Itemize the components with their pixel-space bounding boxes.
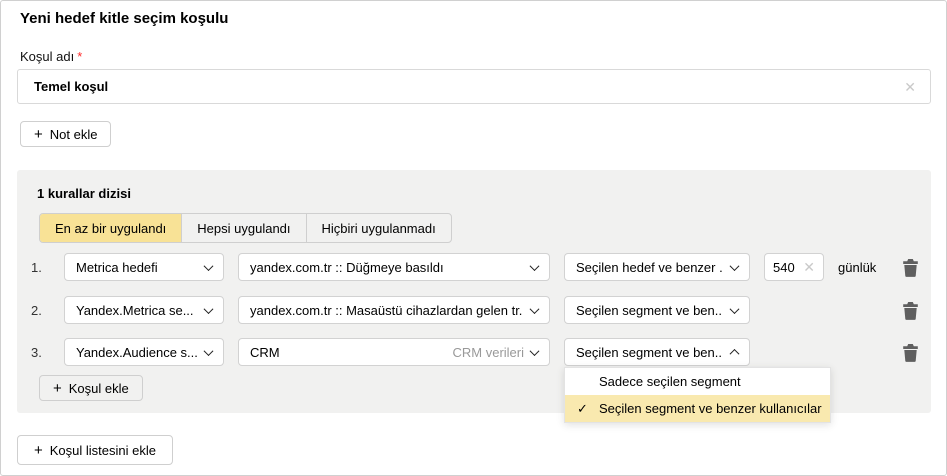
chevron-down-icon	[204, 346, 214, 356]
trash-icon[interactable]	[902, 301, 920, 320]
rule-scope-dropdown[interactable]: Seçilen segment ve ben...	[564, 296, 750, 324]
required-asterisk: *	[77, 49, 82, 64]
page-title: Yeni hedef kitle seçim koşulu	[20, 10, 228, 27]
menu-item-segment-and-similar[interactable]: ✓ Seçilen segment ve benzer kullanıcılar	[565, 395, 830, 422]
plus-icon: +	[53, 381, 62, 396]
chevron-down-icon	[530, 346, 540, 356]
condition-name-input[interactable]	[34, 79, 894, 94]
rule-type-dropdown[interactable]: Metrica hedefi	[64, 253, 224, 281]
rule-type-dropdown[interactable]: Yandex.Metrica se...	[64, 296, 224, 324]
rule-row: 3. Yandex.Audience s... CRM CRM verileri…	[17, 338, 931, 366]
rule-row: 2. Yandex.Metrica se... yandex.com.tr ::…	[17, 296, 931, 324]
days-field[interactable]: 540 ✕	[764, 253, 824, 281]
trash-icon[interactable]	[902, 258, 920, 277]
chevron-down-icon	[530, 304, 540, 314]
scope-dropdown-menu: Sadece seçilen segment ✓ Seçilen segment…	[564, 367, 831, 423]
clear-icon[interactable]: ✕	[803, 260, 815, 274]
clear-icon[interactable]: ✕	[904, 80, 916, 94]
rule-type-dropdown[interactable]: Yandex.Audience s...	[64, 338, 224, 366]
rule-value-dropdown[interactable]: CRM CRM verileri	[238, 338, 550, 366]
add-rule-button[interactable]: + Koşul ekle	[39, 375, 143, 401]
chevron-down-icon	[204, 261, 214, 271]
tab-none-applied[interactable]: Hiçbiri uygulanmadı	[306, 214, 451, 242]
value-hint-label: CRM verileri	[453, 345, 525, 360]
rule-index: 3.	[31, 345, 51, 360]
chevron-down-icon	[204, 304, 214, 314]
add-note-label: Not ekle	[50, 127, 98, 142]
rule-row: 1. Metrica hedefi yandex.com.tr :: Düğme…	[17, 253, 931, 281]
rule-value-dropdown[interactable]: yandex.com.tr :: Düğmeye basıldı	[238, 253, 550, 281]
chevron-down-icon	[730, 304, 740, 314]
condition-name-label: Koşul adı*	[20, 49, 82, 64]
menu-item-only-selected-segment[interactable]: Sadece seçilen segment	[565, 368, 830, 395]
add-condition-list-button[interactable]: + Koşul listesini ekle	[17, 435, 173, 465]
new-audience-condition-dialog: Yeni hedef kitle seçim koşulu Koşul adı*…	[0, 0, 947, 476]
check-icon: ✓	[577, 401, 599, 417]
days-input[interactable]: 540	[773, 260, 795, 275]
rules-panel-title: 1 kurallar dizisi	[37, 186, 131, 201]
rule-value-dropdown[interactable]: yandex.com.tr :: Masaüstü cihazlardan ge…	[238, 296, 550, 324]
trash-icon[interactable]	[902, 343, 920, 362]
add-rule-label: Koşul ekle	[69, 381, 129, 396]
match-mode-tabs: En az bir uygulandı Hepsi uygulandı Hiçb…	[39, 213, 452, 243]
plus-icon: +	[34, 443, 43, 458]
add-condition-list-label: Koşul listesini ekle	[50, 443, 156, 458]
rule-scope-dropdown[interactable]: Seçilen hedef ve benzer ...	[564, 253, 750, 281]
days-unit-label: günlük	[838, 260, 876, 275]
tab-at-least-one[interactable]: En az bir uygulandı	[40, 214, 181, 242]
chevron-down-icon	[730, 261, 740, 271]
add-note-button[interactable]: + Not ekle	[20, 121, 111, 147]
plus-icon: +	[34, 127, 43, 142]
tab-all-applied[interactable]: Hepsi uygulandı	[181, 214, 305, 242]
rule-index: 1.	[31, 260, 51, 275]
condition-name-field[interactable]: ✕	[17, 69, 931, 104]
rule-index: 2.	[31, 303, 51, 318]
rule-scope-dropdown-open[interactable]: Seçilen segment ve ben...	[564, 338, 750, 366]
chevron-up-icon	[730, 348, 740, 358]
chevron-down-icon	[530, 261, 540, 271]
